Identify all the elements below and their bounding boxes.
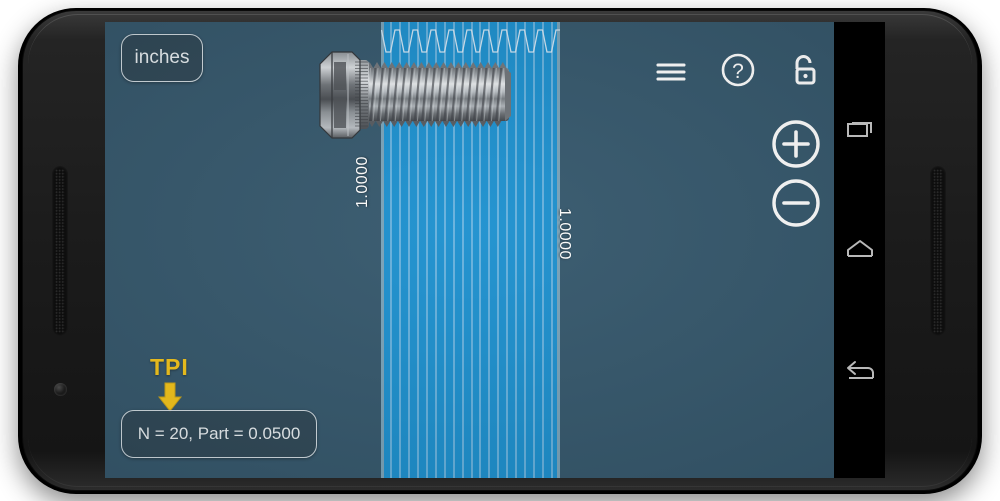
app-canvas[interactable]: 1.0000 1.0000 inches TPI N = 20, Part = … [105, 22, 834, 478]
zoom-in-button[interactable] [770, 118, 822, 170]
nav-recents-button[interactable] [834, 102, 885, 158]
units-toggle-button[interactable]: inches [121, 34, 203, 82]
android-navigation-bar [834, 22, 885, 478]
home-icon [846, 240, 873, 257]
nav-back-button[interactable] [834, 344, 885, 400]
back-icon [846, 361, 874, 379]
hex-head-bolt-image [319, 51, 511, 139]
speaker-grille-left [52, 166, 68, 336]
screenshot-root: 1.0000 1.0000 inches TPI N = 20, Part = … [0, 0, 1000, 501]
hamburger-menu-icon[interactable] [651, 52, 691, 92]
question-mark-icon[interactable]: ? [718, 50, 758, 90]
dimension-label-right: 1.0000 [556, 208, 573, 260]
down-arrow-icon [157, 382, 183, 412]
recents-icon [846, 122, 872, 137]
units-toggle-label: inches [134, 47, 190, 68]
front-camera [54, 383, 67, 396]
result-button[interactable]: N = 20, Part = 0.0500 [121, 410, 317, 458]
band-line [550, 22, 553, 478]
zoom-out-button[interactable] [770, 177, 822, 229]
nav-home-button[interactable] [834, 222, 885, 278]
tpi-annotation-label: TPI [150, 354, 189, 380]
result-label: N = 20, Part = 0.0500 [137, 424, 301, 443]
dimension-label-left: 1.0000 [354, 156, 371, 208]
speaker-grille-right [930, 166, 946, 336]
phone-screen: 1.0000 1.0000 inches TPI N = 20, Part = … [105, 22, 885, 478]
svg-text:?: ? [732, 60, 744, 83]
unlocked-padlock-icon[interactable] [784, 50, 824, 90]
